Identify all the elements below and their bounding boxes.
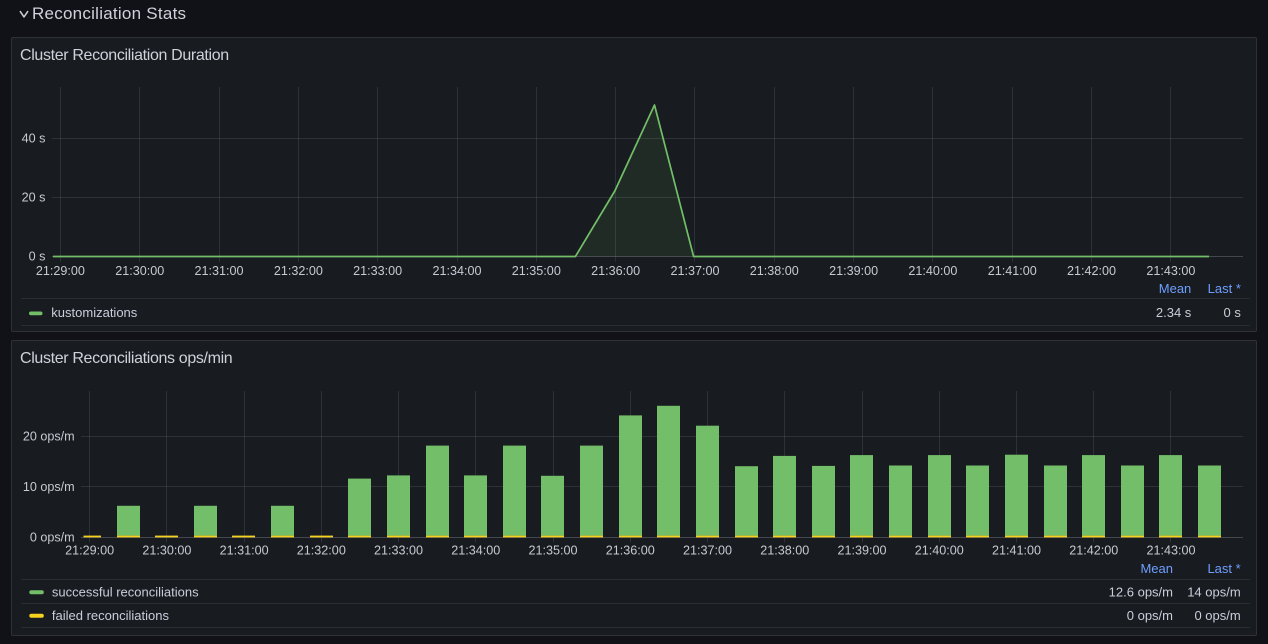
svg-text:21:38:00: 21:38:00 xyxy=(760,543,809,557)
svg-text:21:36:00: 21:36:00 xyxy=(606,543,655,557)
svg-text:21:32:00: 21:32:00 xyxy=(297,543,346,557)
svg-text:21:37:00: 21:37:00 xyxy=(683,543,732,557)
svg-text:21:34:00: 21:34:00 xyxy=(451,543,500,557)
svg-text:Mean: Mean xyxy=(1140,561,1173,576)
svg-text:0 s: 0 s xyxy=(29,250,46,264)
svg-text:21:32:00: 21:32:00 xyxy=(274,264,323,278)
svg-text:21:35:00: 21:35:00 xyxy=(512,264,561,278)
svg-text:Last *: Last * xyxy=(1207,561,1240,576)
svg-text:21:38:00: 21:38:00 xyxy=(750,264,799,278)
svg-text:21:41:00: 21:41:00 xyxy=(988,264,1037,278)
svg-text:0 ops/m: 0 ops/m xyxy=(1127,608,1173,623)
svg-text:21:40:00: 21:40:00 xyxy=(908,264,957,278)
svg-text:21:42:00: 21:42:00 xyxy=(1069,543,1118,557)
svg-text:21:37:00: 21:37:00 xyxy=(670,264,719,278)
svg-text:2.34 s: 2.34 s xyxy=(1156,305,1192,320)
svg-text:21:39:00: 21:39:00 xyxy=(837,543,886,557)
svg-text:21:31:00: 21:31:00 xyxy=(220,543,269,557)
svg-text:21:41:00: 21:41:00 xyxy=(992,543,1041,557)
svg-text:0 s: 0 s xyxy=(1224,305,1242,320)
svg-text:12.6 ops/m: 12.6 ops/m xyxy=(1109,585,1173,600)
svg-text:successful reconciliations: successful reconciliations xyxy=(52,585,199,600)
svg-text:21:31:00: 21:31:00 xyxy=(195,264,244,278)
svg-text:20 ops/m: 20 ops/m xyxy=(23,430,75,444)
svg-text:20 s: 20 s xyxy=(22,191,46,205)
svg-text:21:30:00: 21:30:00 xyxy=(115,264,164,278)
svg-text:0 ops/m: 0 ops/m xyxy=(1194,608,1240,623)
svg-text:10 ops/m: 10 ops/m xyxy=(23,480,75,494)
svg-text:14 ops/m: 14 ops/m xyxy=(1187,585,1240,600)
svg-text:21:43:00: 21:43:00 xyxy=(1146,264,1195,278)
svg-text:kustomizations: kustomizations xyxy=(51,305,137,320)
svg-text:21:35:00: 21:35:00 xyxy=(529,543,578,557)
svg-text:21:34:00: 21:34:00 xyxy=(432,264,481,278)
svg-text:21:33:00: 21:33:00 xyxy=(353,264,402,278)
svg-text:21:30:00: 21:30:00 xyxy=(142,543,191,557)
svg-text:21:40:00: 21:40:00 xyxy=(915,543,964,557)
svg-text:40 s: 40 s xyxy=(22,131,46,145)
svg-text:failed reconciliations: failed reconciliations xyxy=(52,608,170,623)
svg-text:Last *: Last * xyxy=(1208,281,1241,296)
svg-text:21:36:00: 21:36:00 xyxy=(591,264,640,278)
svg-text:21:43:00: 21:43:00 xyxy=(1146,543,1195,557)
svg-text:21:33:00: 21:33:00 xyxy=(374,543,423,557)
svg-text:21:42:00: 21:42:00 xyxy=(1067,264,1116,278)
svg-text:Mean: Mean xyxy=(1159,281,1192,296)
svg-text:21:39:00: 21:39:00 xyxy=(829,264,878,278)
svg-text:21:29:00: 21:29:00 xyxy=(36,264,85,278)
svg-text:21:29:00: 21:29:00 xyxy=(65,543,114,557)
